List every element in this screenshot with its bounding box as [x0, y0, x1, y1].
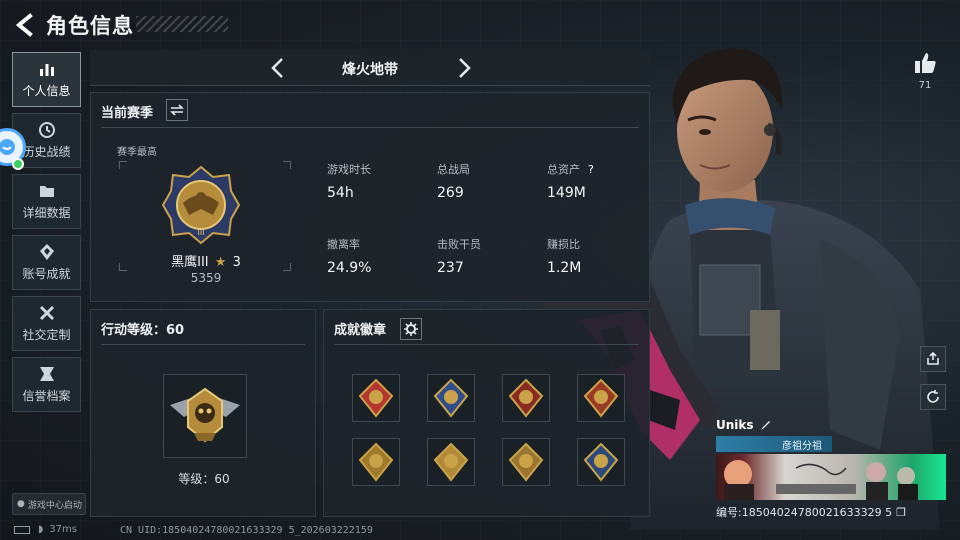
achievement-medal[interactable]: [352, 374, 400, 422]
season-swap-button[interactable]: [166, 99, 188, 121]
player-name: Uniks: [716, 418, 754, 432]
edit-pencil-icon[interactable]: [760, 419, 772, 431]
nav-item-personal-info[interactable]: 个人信息: [12, 52, 81, 107]
black-eagle-rank-icon: III: [161, 165, 241, 245]
medal-badge-icon: [358, 378, 394, 418]
clock-icon: [38, 122, 55, 138]
nav-label: 社交定制: [22, 328, 71, 342]
medal-badge-icon: [358, 442, 394, 482]
divider: [101, 344, 305, 345]
status-bar: ◗ 37ms: [14, 524, 77, 535]
ping-value: 37ms: [49, 524, 77, 535]
star-icon: ★: [214, 255, 227, 270]
bar-chart-icon: [39, 64, 54, 76]
gear-icon: [404, 322, 418, 336]
player-uid: 编号:18504024780021633329 5 ❐: [716, 505, 907, 520]
season-panel: 当前赛季 赛季最高 III 黑鹰III ★ 3 5359 游戏时长 54h 总战…: [90, 92, 650, 302]
rank-stars: 3: [232, 255, 241, 270]
stat-total-assets: 总资产 ? 149M: [547, 162, 594, 202]
wifi-icon: ◗: [38, 524, 44, 535]
level-value: 等级：60: [178, 472, 230, 486]
banner-art: [724, 460, 918, 500]
action-level-panel: 行动等级：60 等级：60: [90, 309, 316, 517]
diamond-badge-icon: [39, 244, 54, 260]
title-decoration: [136, 16, 228, 32]
level-title: 行动等级：60: [101, 323, 185, 338]
swap-icon: [170, 104, 184, 116]
player-card: Uniks 彦祖分祖 编号:18504024780021633329 5 ❐: [716, 418, 948, 520]
medal-badge-icon: [433, 442, 469, 482]
achievements-panel: 成就徽章: [323, 309, 650, 517]
refresh-icon: [927, 390, 939, 403]
tools-icon: [39, 305, 54, 321]
achievement-medal[interactable]: [427, 438, 475, 486]
shield-icon: [39, 367, 54, 381]
nav-label: 账号成就: [22, 267, 71, 281]
level-badge: [163, 374, 247, 458]
season-title: 当前赛季: [101, 106, 154, 121]
medal-badge-icon: [508, 378, 544, 418]
stat-play-time: 游戏时长 54h: [327, 163, 371, 201]
achievement-medal[interactable]: [577, 374, 625, 422]
nav-label: 个人信息: [22, 84, 71, 98]
group-tag[interactable]: 彦祖分祖: [716, 436, 832, 452]
winged-skull-level-icon: [170, 387, 240, 443]
rank-score: 5359: [190, 271, 222, 285]
thumbs-up-icon[interactable]: [912, 50, 938, 76]
side-nav: 个人信息 历史战绩 详细数据 账号成就 社交定制 信誉档案: [12, 52, 82, 418]
chat-icon: [0, 139, 15, 155]
footer-uid: CN UID:18504024780021633329 5_2026032221…: [120, 525, 373, 536]
achievement-medal[interactable]: [502, 374, 550, 422]
online-status-dot: [12, 158, 24, 170]
medal-badge-icon: [508, 442, 544, 482]
player-banner-image: [716, 454, 946, 500]
nav-item-detailed-data[interactable]: 详细数据: [12, 174, 81, 229]
game-center-label: 游戏中心启动: [27, 500, 82, 511]
refresh-button[interactable]: [920, 384, 946, 410]
nav-item-reputation[interactable]: 信誉档案: [12, 357, 81, 412]
rank-name: 黑鹰III ★ 3: [171, 255, 241, 270]
share-button[interactable]: [920, 346, 946, 372]
divider: [334, 344, 639, 345]
battery-icon: [14, 525, 30, 534]
medal-badge-icon: [583, 378, 619, 418]
stat-operators-defeated: 击败干员 237: [437, 238, 481, 276]
like-count: 71: [918, 80, 932, 91]
copy-icon[interactable]: ❐: [896, 506, 906, 519]
game-center-button[interactable]: ● 游戏中心启动: [12, 493, 86, 515]
achievement-medal[interactable]: [502, 438, 550, 486]
achievements-title: 成就徽章: [334, 323, 387, 338]
achievement-medal[interactable]: [352, 438, 400, 486]
share-icon: [927, 352, 939, 365]
mode-next-arrow-icon[interactable]: [452, 56, 476, 80]
nav-item-social[interactable]: 社交定制: [12, 296, 81, 351]
mode-name: 烽火地带: [342, 62, 398, 78]
page-title: 角色信息: [46, 14, 134, 38]
achievement-medal[interactable]: [577, 438, 625, 486]
stat-total-matches: 总战局 269: [437, 163, 470, 201]
season-best-label: 赛季最高: [117, 147, 157, 158]
stat-extraction-rate: 撤离率 24.9%: [327, 238, 372, 276]
mode-selector: 烽火地带: [90, 50, 650, 86]
achievements-settings-button[interactable]: [400, 318, 422, 340]
person-icon: ●: [17, 499, 25, 509]
folder-icon: [39, 186, 54, 197]
divider: [101, 127, 639, 128]
medal-badge-icon: [433, 378, 469, 418]
help-icon[interactable]: ?: [588, 163, 594, 176]
nav-label: 详细数据: [22, 206, 71, 220]
svg-text:III: III: [197, 228, 204, 237]
stat-profit-loss-ratio: 赚损比 1.2M: [547, 238, 582, 276]
nav-label: 信誉档案: [22, 389, 71, 403]
back-arrow-icon[interactable]: [12, 12, 38, 38]
nav-item-achievements[interactable]: 账号成就: [12, 235, 81, 290]
medal-badge-icon: [583, 442, 619, 482]
nav-label: 历史战绩: [22, 145, 71, 159]
achievement-medal[interactable]: [427, 374, 475, 422]
